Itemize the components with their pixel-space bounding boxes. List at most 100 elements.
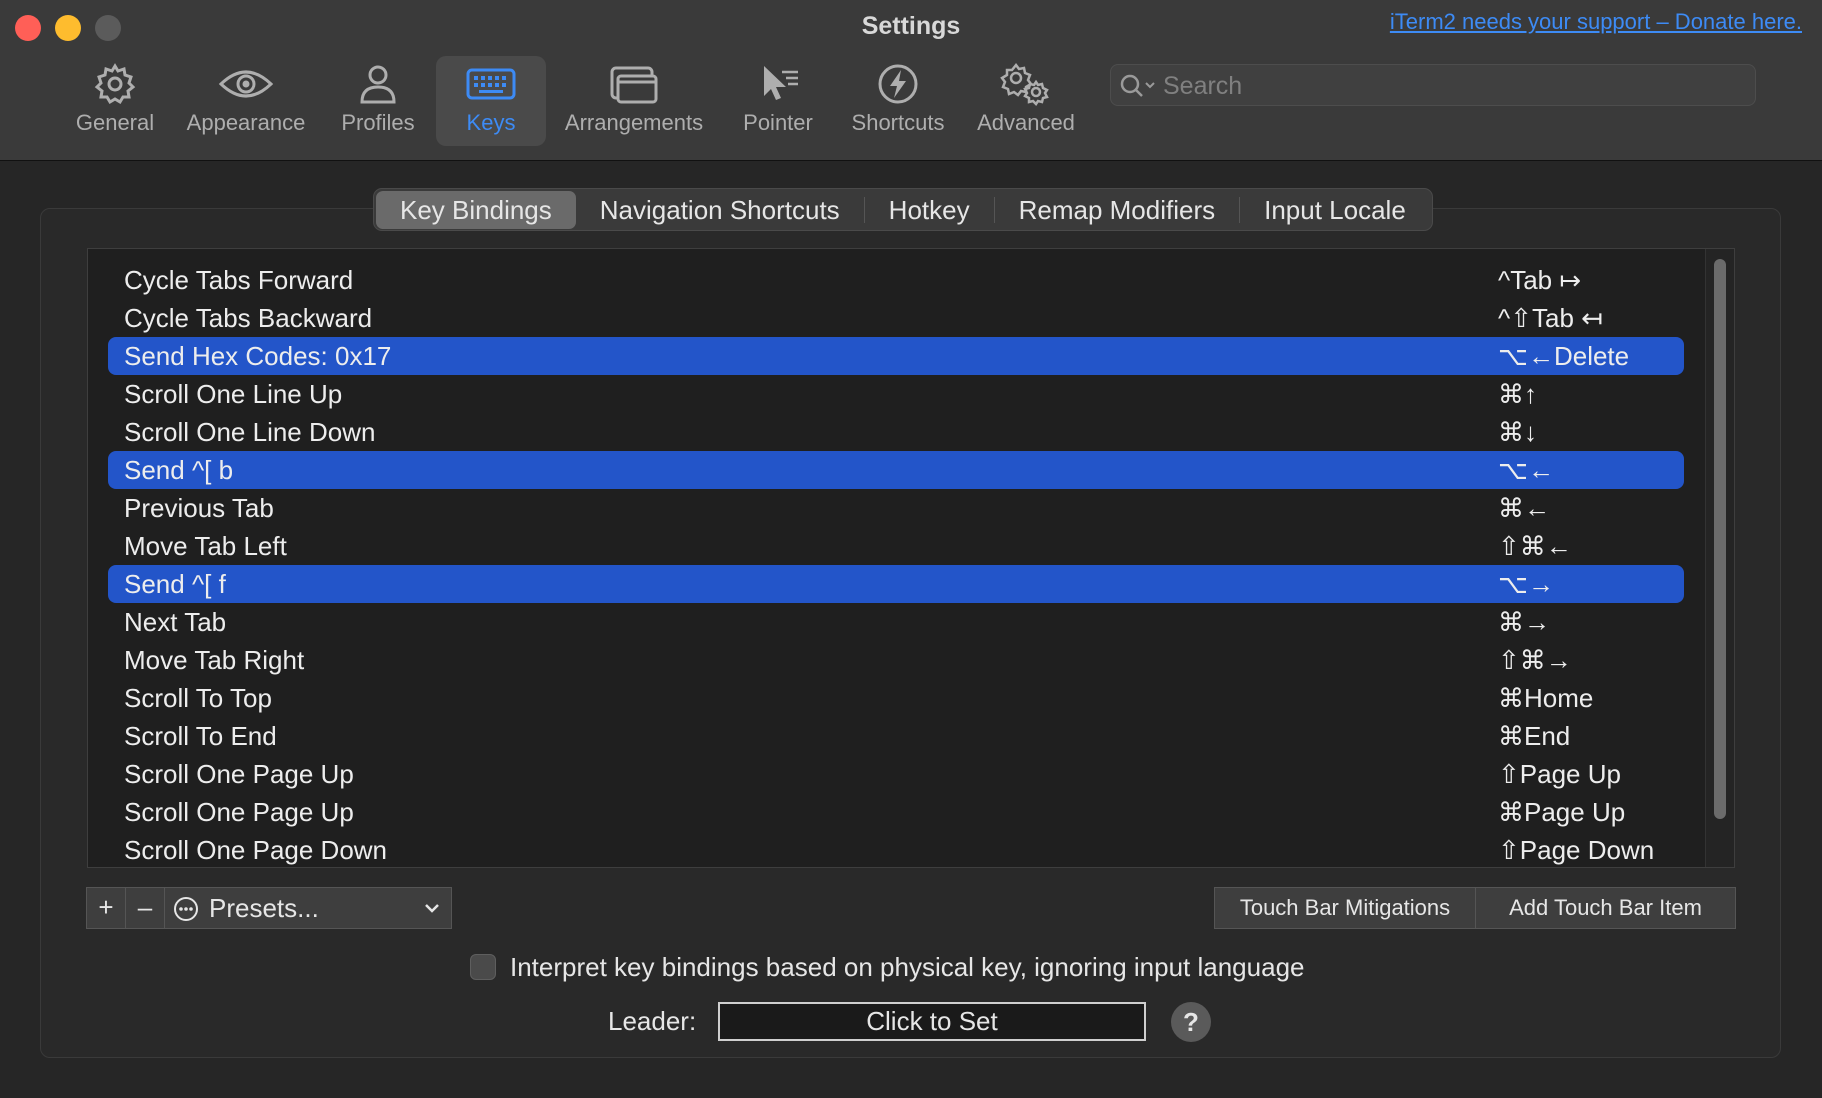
toolbar-item-advanced[interactable]: Advanced [970, 56, 1082, 146]
binding-action: Scroll To End [124, 721, 277, 751]
binding-action: Cycle Tabs Forward [124, 265, 354, 295]
binding-shortcut: ⌘Home [1498, 683, 1594, 713]
toolbar-item-pointer[interactable]: Pointer [732, 56, 824, 146]
search-input[interactable] [1161, 69, 1745, 103]
toolbar-item-label: Shortcuts [851, 110, 945, 135]
tab-navigation-shortcuts[interactable]: Navigation Shortcuts [576, 191, 864, 229]
binding-shortcut: ⇧⌘← [1498, 531, 1572, 561]
binding-shortcut: ⌥← [1498, 455, 1554, 485]
binding-action: Scroll One Page Up [124, 759, 354, 789]
binding-shortcut: ⇧Page Up [1498, 759, 1621, 789]
pointer-icon [764, 66, 798, 100]
toolbar-item-appearance[interactable]: Appearance [180, 56, 312, 146]
binding-action: Next Tab [124, 607, 227, 637]
scrollbar-thumb[interactable] [1714, 259, 1726, 819]
table-row[interactable]: Scroll One Page Down ⇧Page Down [108, 831, 1684, 867]
tab-bar: Key Bindings Navigation Shortcuts Hotkey… [373, 188, 1433, 231]
table-row[interactable]: Move Tab Right ⇧⌘→ [108, 641, 1684, 679]
physical-key-label: Interpret key bindings based on physical… [510, 952, 1305, 982]
vertical-scrollbar[interactable] [1705, 249, 1734, 867]
physical-key-checkbox[interactable] [470, 954, 496, 980]
touch-bar-mitigations-button[interactable]: Touch Bar Mitigations [1214, 887, 1476, 929]
toolbar-item-label: Arrangements [564, 110, 704, 135]
binding-action: Send ^[ f [124, 569, 226, 599]
gear-icon [94, 63, 136, 105]
bolt-icon [878, 64, 918, 104]
binding-shortcut: ^⇧Tab ↤ [1498, 303, 1603, 333]
person-icon [360, 65, 396, 104]
table-row[interactable]: Previous Tab ⌘← [108, 489, 1684, 527]
toolbar-item-label: Keys [466, 110, 516, 135]
binding-action: Send ^[ b [124, 455, 234, 485]
table-row[interactable]: Cycle Tabs Backward ^⇧Tab ↤ [108, 299, 1684, 337]
presets-dropdown[interactable]: Presets... [164, 887, 452, 929]
table-row[interactable]: Scroll One Page Up ⇧Page Up [108, 755, 1684, 793]
binding-shortcut: ⇧⌘→ [1498, 645, 1572, 675]
chevron-down-icon [425, 904, 439, 913]
tab-key-bindings[interactable]: Key Bindings [376, 190, 576, 229]
help-button[interactable]: ? [1171, 1002, 1211, 1042]
leader-shortcut-field[interactable]: Click to Set [718, 1002, 1146, 1041]
binding-shortcut: ⌘← [1498, 493, 1550, 523]
binding-shortcut: ^Tab ↦ [1498, 265, 1582, 295]
binding-action: Scroll One Line Down [124, 417, 376, 447]
binding-action: Move Tab Right [124, 645, 305, 675]
binding-action: Cycle Tabs Backward [124, 303, 373, 333]
toolbar: Settings iTerm2 needs your support – Don… [0, 0, 1822, 161]
binding-action: Scroll One Line Up [124, 379, 343, 409]
toolbar-item-label: Advanced [977, 110, 1075, 135]
tab-remap-modifiers[interactable]: Remap Modifiers [995, 191, 1240, 229]
binding-shortcut: ⌘Page Up [1498, 797, 1626, 827]
toolbar-item-label: Appearance [186, 110, 306, 135]
toolbar-item-shortcuts[interactable]: Shortcuts [842, 56, 954, 146]
table-row[interactable]: Scroll One Line Down ⌘↓ [108, 413, 1684, 451]
toolbar-item-label: General [75, 110, 155, 135]
binding-shortcut: ⇧Page Down [1498, 835, 1655, 865]
binding-shortcut: ⌥→ [1498, 569, 1554, 599]
table-row-selected[interactable]: Send ^[ f ⌥→ [108, 565, 1684, 603]
gears-icon [1000, 62, 1049, 106]
toolbar-item-label: Pointer [743, 110, 813, 135]
table-row[interactable]: Scroll One Line Up ⌘↑ [108, 375, 1684, 413]
binding-shortcut: ⌘→ [1498, 607, 1550, 637]
table-row[interactable]: Next Tab ⌘→ [108, 603, 1684, 641]
ellipsis-circle-icon [174, 897, 198, 921]
binding-shortcut: ⌘End [1498, 721, 1571, 751]
keyboard-icon [466, 68, 516, 100]
toolbar-item-general[interactable]: General [66, 56, 164, 146]
table-row-selected[interactable]: Send ^[ b ⌥← [108, 451, 1684, 489]
table-row-selected[interactable]: Send Hex Codes: 0x17 ⌥←Delete [108, 337, 1684, 375]
tab-hotkey[interactable]: Hotkey [865, 191, 994, 229]
binding-shortcut: ⌘↓ [1498, 417, 1537, 447]
eye-icon [218, 70, 274, 98]
toolbar-item-keys[interactable]: Keys [436, 56, 546, 146]
table-row[interactable]: Move Tab Left ⇧⌘← [108, 527, 1684, 565]
table-row[interactable]: Cycle Tabs Forward ^Tab ↦ [108, 261, 1684, 299]
search-icon [1120, 74, 1155, 97]
binding-action: Send Hex Codes: 0x17 [124, 341, 392, 371]
add-binding-button[interactable]: + [86, 887, 126, 929]
leader-label: Leader: [608, 1006, 697, 1036]
donate-link[interactable]: iTerm2 needs your support – Donate here. [1390, 9, 1802, 35]
presets-label: Presets... [209, 893, 319, 923]
binding-shortcut: ⌥←Delete [1498, 341, 1630, 371]
key-bindings-list: Cycle Tabs Forward ^Tab ↦ Cycle Tabs Back… [108, 261, 1684, 867]
toolbar-item-arrangements[interactable]: Arrangements [560, 56, 708, 146]
binding-action: Scroll To Top [124, 683, 272, 713]
binding-action: Scroll One Page Up [124, 797, 354, 827]
remove-binding-button[interactable]: – [125, 887, 165, 929]
settings-window: Settings iTerm2 needs your support – Don… [0, 0, 1822, 1098]
search-field[interactable] [1110, 64, 1756, 106]
add-touch-bar-item-button[interactable]: Add Touch Bar Item [1475, 887, 1736, 929]
key-bindings-table[interactable]: Cycle Tabs Forward ^Tab ↦ Cycle Tabs Back… [87, 248, 1735, 868]
table-row[interactable]: Scroll To End ⌘End [108, 717, 1684, 755]
tab-input-locale[interactable]: Input Locale [1240, 191, 1430, 229]
toolbar-item-profiles[interactable]: Profiles [330, 56, 426, 146]
table-row[interactable]: Scroll To Top ⌘Home [108, 679, 1684, 717]
binding-action: Move Tab Left [124, 531, 287, 561]
binding-action: Previous Tab [124, 493, 274, 523]
toolbar-item-label: Profiles [341, 110, 415, 135]
binding-shortcut: ⌘↑ [1498, 379, 1537, 409]
table-row[interactable]: Scroll One Page Up ⌘Page Up [108, 793, 1684, 831]
binding-action: Scroll One Page Down [124, 835, 388, 865]
